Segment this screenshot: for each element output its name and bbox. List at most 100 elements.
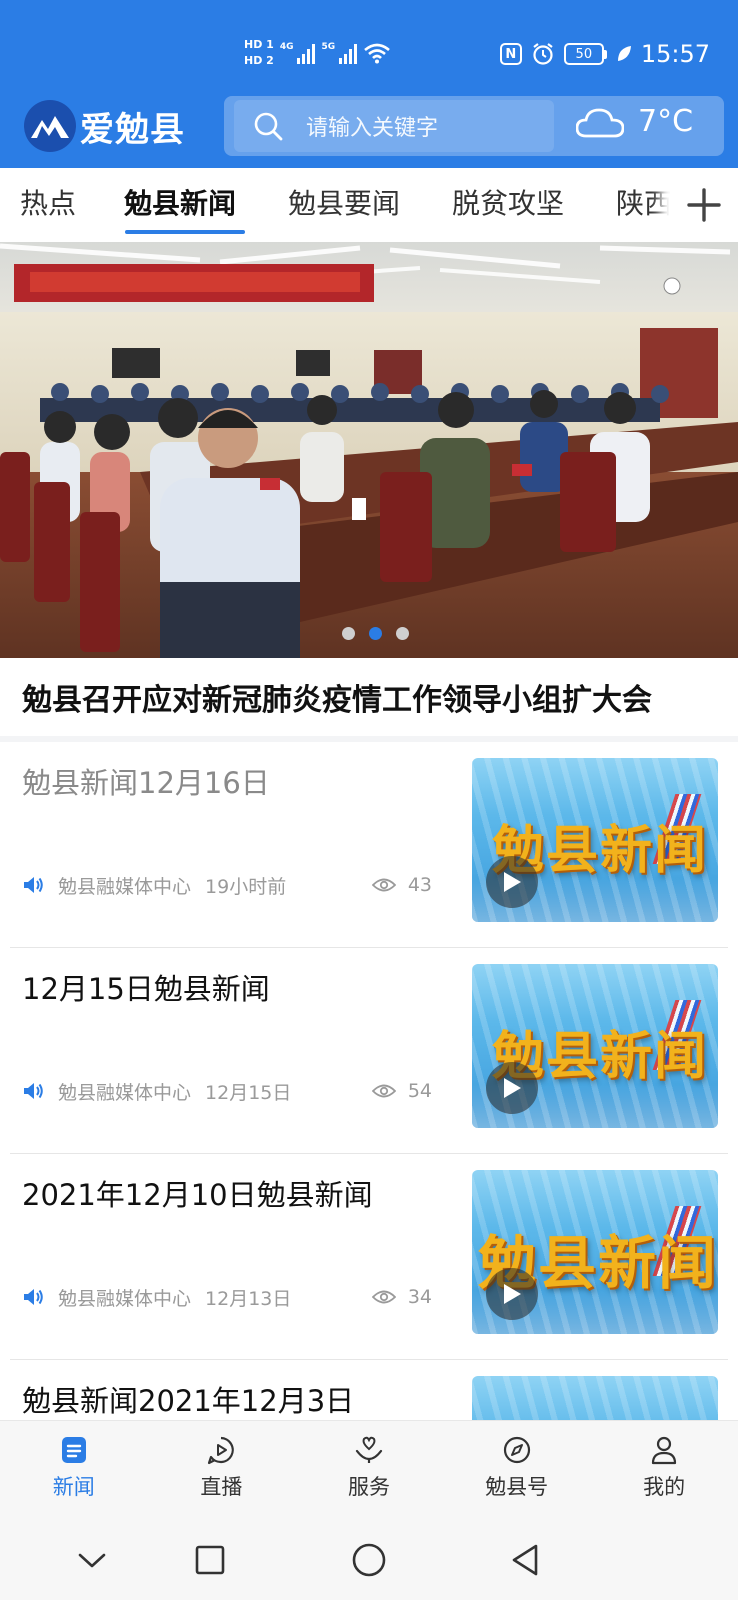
signal-icon-2: 5G [321, 42, 358, 64]
news-title: 勉县新闻2021年12月3日 [22, 1384, 355, 1418]
search-input[interactable]: 请输入关键字 [234, 100, 554, 152]
back-triangle-icon[interactable] [506, 1540, 546, 1580]
hd-indicator: HD 1 HD 2 [244, 39, 274, 67]
view-count: 43 [371, 874, 432, 896]
speaker-icon[interactable] [22, 1080, 44, 1102]
carousel-dot[interactable] [342, 627, 355, 640]
mountain-logo-icon [24, 100, 76, 152]
recents-square-icon[interactable] [190, 1540, 230, 1580]
news-title: 勉县新闻12月16日 [22, 766, 270, 800]
app-bar: 爱勉县 请输入关键字 7°C [0, 96, 738, 168]
play-icon [504, 1284, 521, 1304]
nav-label: 新闻 [52, 1475, 95, 1499]
nav-label: 勉县号 [485, 1475, 549, 1499]
status-right: N 50 15:57 [499, 36, 710, 72]
nfc-icon: N [499, 43, 522, 65]
app-name: 爱勉县 [80, 109, 185, 150]
cloud-icon [576, 108, 624, 137]
nav-mianxian-account[interactable]: 勉县号 [443, 1421, 591, 1522]
video-thumbnail[interactable]: 勉县新闻 [472, 1170, 718, 1334]
news-time: 19小时前 [205, 875, 287, 898]
nav-news[interactable]: 新闻 [0, 1421, 148, 1522]
nav-label: 我的 [643, 1475, 686, 1499]
compass-icon [503, 1436, 530, 1464]
nav-live[interactable]: 直播 [148, 1421, 296, 1522]
news-title: 2021年12月10日勉县新闻 [22, 1178, 373, 1212]
news-list-item[interactable]: 勉县新闻12月16日 勉县融媒体中心 19小时前 43 勉县新闻 [0, 742, 738, 948]
play-button[interactable] [486, 856, 538, 908]
video-thumbnail[interactable]: 勉县新闻 [472, 758, 718, 922]
bottom-navigation: 新闻 直播 服务 勉县号 我的 [0, 1420, 738, 1522]
network-type-label-2: 5G [321, 42, 336, 52]
plus-icon [687, 188, 721, 222]
alarm-icon [533, 43, 553, 65]
search-bar: 请输入关键字 7°C [224, 96, 724, 156]
search-placeholder: 请输入关键字 [306, 116, 439, 141]
news-source: 勉县融媒体中心 [58, 1081, 192, 1104]
news-meta: 勉县融媒体中心 12月15日 54 [22, 1076, 432, 1106]
speaker-icon[interactable] [22, 1286, 44, 1308]
banner-carousel[interactable] [0, 242, 738, 658]
tab-mianxian-news[interactable]: 勉县新闻 [124, 182, 236, 222]
banner-image [0, 242, 738, 658]
clock: 15:57 [640, 40, 710, 68]
tab-mianxian-headlines[interactable]: 勉县要闻 [288, 182, 400, 222]
leaf-icon [617, 46, 631, 61]
view-count: 54 [371, 1080, 432, 1102]
weather-widget[interactable]: 7°C [576, 104, 693, 139]
eye-icon [371, 1290, 396, 1304]
nav-label: 服务 [347, 1475, 390, 1499]
nav-services[interactable]: 服务 [295, 1421, 443, 1522]
network-type-label: 4G [279, 42, 294, 52]
home-circle-icon[interactable] [349, 1540, 389, 1580]
play-button[interactable] [486, 1268, 538, 1320]
view-count: 34 [371, 1286, 432, 1308]
news-meta: 勉县融媒体中心 12月13日 34 [22, 1282, 432, 1312]
status-bar: HD 1 HD 2 4G 5G N 50 15:57 [0, 0, 738, 96]
signal-icon: 4G [280, 42, 316, 64]
news-list-item[interactable]: 2021年12月10日勉县新闻 勉县融媒体中心 12月13日 34 勉县新闻 [0, 1154, 738, 1360]
eye-icon [371, 878, 396, 892]
news-source: 勉县融媒体中心 [58, 875, 192, 898]
hd1-label: HD 1 [244, 38, 274, 51]
news-list-item[interactable]: 12月15日勉县新闻 勉县融媒体中心 12月15日 54 勉县新闻 [0, 948, 738, 1154]
live-play-icon [208, 1436, 235, 1465]
view-count-value: 43 [407, 874, 432, 896]
add-channel-button[interactable] [670, 168, 738, 242]
system-navigation-bar [0, 1522, 738, 1600]
news-title: 12月15日勉县新闻 [22, 972, 270, 1006]
category-tabs: 热点 勉县新闻 勉县要闻 脱贫攻坚 陕西 [0, 168, 738, 242]
chevron-down-icon[interactable] [72, 1540, 112, 1580]
app-header: HD 1 HD 2 4G 5G N 50 15:57 爱勉县 请输入关键字 7°… [0, 0, 738, 168]
tab-hot[interactable]: 热点 [20, 182, 76, 222]
status-left: HD 1 HD 2 4G 5G [244, 30, 391, 76]
profile-icon [652, 1436, 677, 1465]
tab-poverty-alleviation[interactable]: 脱贫攻坚 [452, 182, 564, 222]
carousel-dot-active[interactable] [369, 627, 382, 640]
news-icon [61, 1437, 86, 1463]
active-tab-indicator [125, 230, 245, 234]
video-thumbnail[interactable]: 勉县新闻 [472, 964, 718, 1128]
carousel-dot[interactable] [396, 627, 409, 640]
news-time: 12月15日 [205, 1081, 292, 1104]
battery-level: 50 [563, 43, 604, 65]
service-heart-icon [355, 1436, 383, 1463]
play-icon [504, 872, 521, 892]
nav-profile[interactable]: 我的 [590, 1421, 738, 1522]
app-logo[interactable]: 爱勉县 [24, 100, 185, 152]
play-icon [504, 1078, 521, 1098]
tab-shaanxi[interactable]: 陕西 [616, 182, 672, 222]
view-count-value: 34 [407, 1286, 432, 1308]
hd2-label: HD 2 [244, 54, 274, 67]
banner-headline[interactable]: 勉县召开应对新冠肺炎疫情工作领导小组扩大会 [0, 658, 738, 736]
video-thumbnail[interactable] [472, 1376, 718, 1420]
carousel-indicator [342, 627, 409, 640]
news-list-item[interactable]: 勉县新闻2021年12月3日 [0, 1360, 738, 1420]
news-time: 12月13日 [205, 1287, 292, 1310]
view-count-value: 54 [407, 1080, 432, 1102]
news-meta: 勉县融媒体中心 19小时前 43 [22, 870, 432, 900]
news-source: 勉县融媒体中心 [58, 1287, 192, 1310]
speaker-icon[interactable] [22, 874, 44, 896]
wifi-icon [364, 43, 390, 64]
play-button[interactable] [486, 1062, 538, 1114]
